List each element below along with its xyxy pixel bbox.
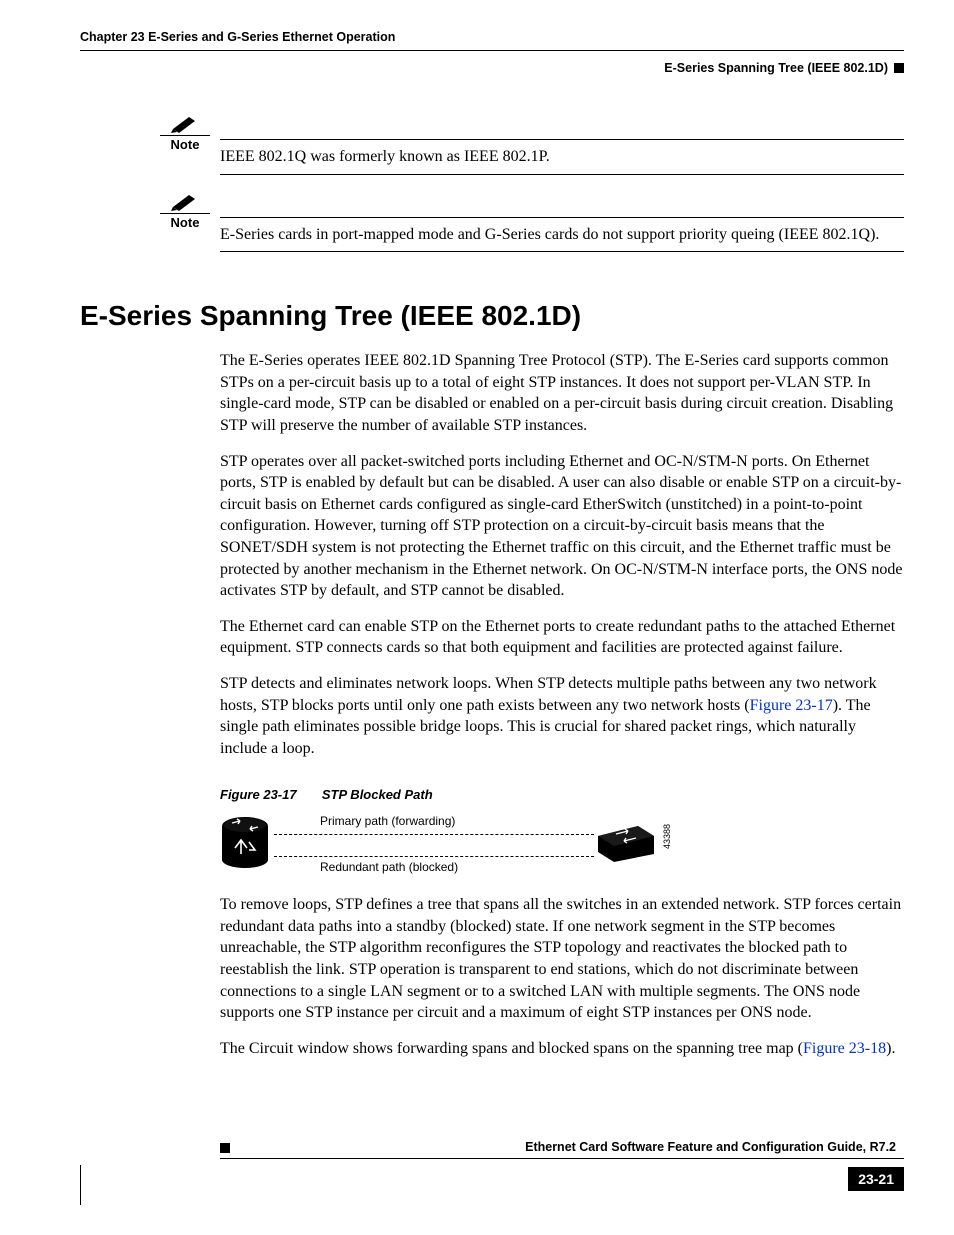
note-block: Note E-Series cards in port-mapped mode … [220, 217, 904, 253]
note-block: Note IEEE 802.1Q was formerly known as I… [220, 139, 904, 175]
note-text: E-Series cards in port-mapped mode and G… [220, 218, 904, 253]
section-header: E-Series Spanning Tree (IEEE 802.1D) [664, 61, 888, 75]
section-title: E-Series Spanning Tree (IEEE 802.1D) [80, 300, 904, 332]
page-footer: Ethernet Card Software Feature and Confi… [80, 1138, 904, 1191]
page-number: 23-21 [848, 1167, 904, 1191]
figure-redundant-label: Redundant path (blocked) [320, 860, 458, 874]
note-label: Note [160, 135, 210, 152]
chapter-title: Chapter 23 E-Series and G-Series Etherne… [80, 30, 395, 44]
body-paragraph: STP detects and eliminates network loops… [220, 673, 904, 759]
body-paragraph: To remove loops, STP defines a tree that… [220, 894, 904, 1024]
note-label: Note [160, 213, 210, 230]
pencil-icon [171, 193, 199, 211]
body-paragraph: The Circuit window shows forwarding span… [220, 1038, 904, 1060]
body-paragraph: The E-Series operates IEEE 802.1D Spanni… [220, 350, 904, 436]
figure-title: STP Blocked Path [322, 787, 433, 802]
body-paragraph: The Ethernet card can enable STP on the … [220, 616, 904, 659]
figure-id: 43388 [662, 824, 672, 849]
figure-caption: Figure 23-17 STP Blocked Path [220, 787, 904, 802]
body-paragraph: STP operates over all packet-switched po… [220, 451, 904, 602]
note-marker: Note [160, 115, 210, 152]
footer-guide-title: Ethernet Card Software Feature and Confi… [230, 1140, 904, 1154]
note-text: IEEE 802.1Q was formerly known as IEEE 8… [220, 140, 904, 175]
body-text: ). [886, 1040, 895, 1057]
figure-xref-link[interactable]: Figure 23-17 [750, 697, 833, 714]
figure-label: Figure 23-17 [220, 787, 297, 802]
router-icon [220, 816, 270, 868]
header-decor-square [894, 63, 904, 73]
figure-diagram: Primary path (forwarding) Redundant path… [220, 812, 680, 874]
figure-primary-label: Primary path (forwarding) [320, 814, 455, 828]
note-marker: Note [160, 193, 210, 230]
footer-decor-square [220, 1143, 230, 1153]
figure-xref-link[interactable]: Figure 23-18 [803, 1040, 886, 1057]
switch-icon [598, 826, 654, 862]
body-text: The Circuit window shows forwarding span… [220, 1040, 803, 1057]
margin-rule [80, 1165, 81, 1205]
pencil-icon [171, 115, 199, 133]
